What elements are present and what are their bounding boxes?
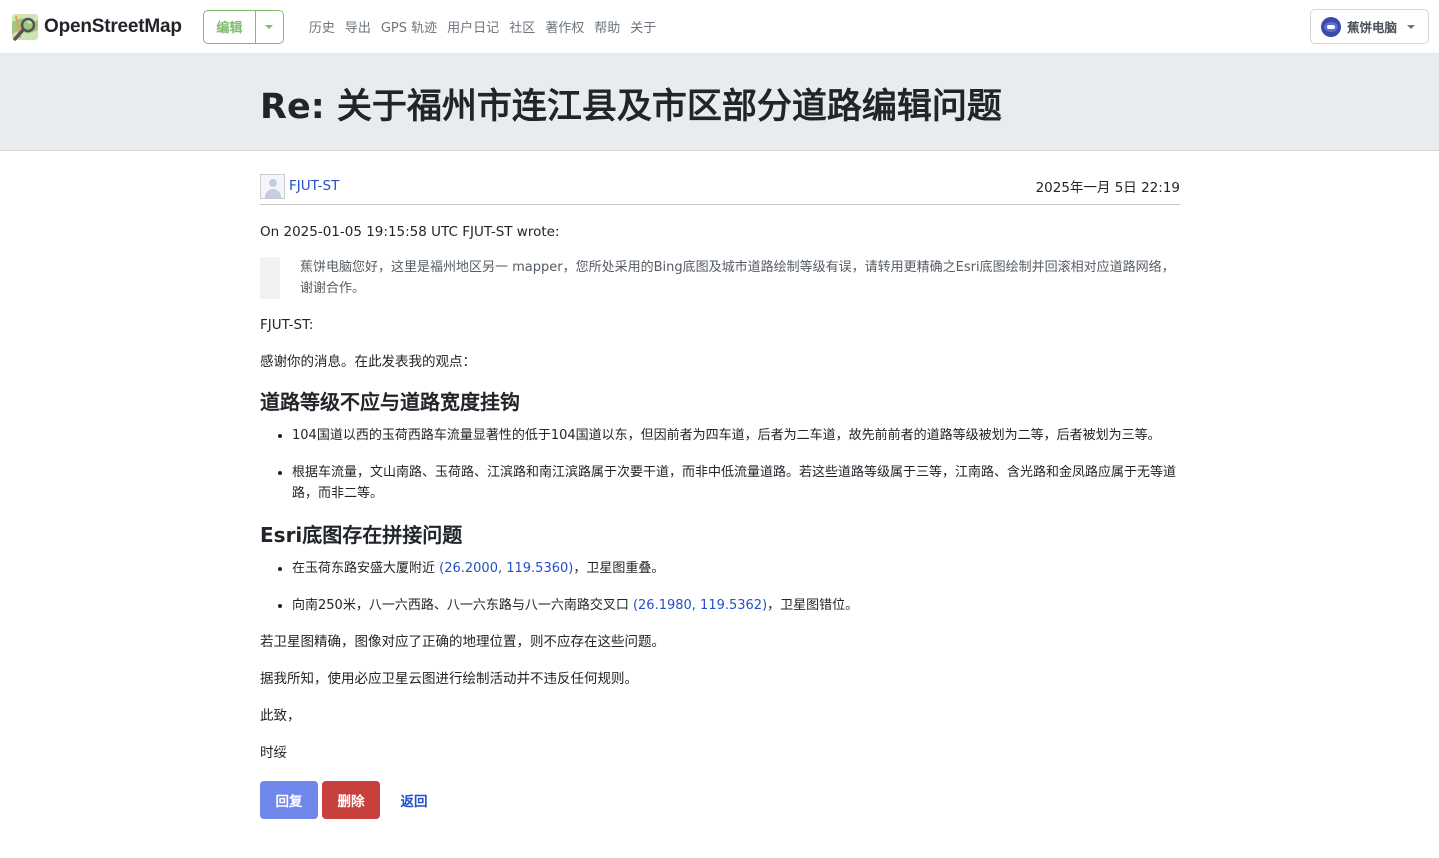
message-date: 2025年一月 5日 22:19 [1035, 180, 1180, 196]
page-title: Re: 关于福州市连江县及市区部分道路编辑问题 [260, 87, 1002, 127]
delete-button[interactable]: 删除 [322, 781, 380, 819]
author-link[interactable]: FJUT-ST [289, 178, 339, 194]
signature-author: FJUT-ST: [260, 317, 314, 333]
edit-button-group: 编辑 [202, 9, 284, 44]
list-item: 在玉荷东路安盛大厦附近 (26.2000, 119.5360)，卫星图重叠。 [292, 558, 1180, 579]
blockquote-text: 蕉饼电脑您好，这里是福州地区另一 mapper，您所处采用的Bing底图及城市道… [300, 260, 1175, 296]
list-item-text: ，卫星图重叠。 [573, 561, 665, 576]
list-item: 根据车流量，文山南路、玉荷路、江滨路和南江滨路属于次要干道，而非中低流量道路。若… [292, 462, 1180, 504]
edit-button[interactable]: 编辑 [204, 10, 256, 43]
closing: 此致， [260, 708, 301, 724]
osm-logo-icon [12, 13, 38, 41]
section-heading-1: 道路等级不应与道路宽度挂钩 [260, 390, 520, 414]
list-item: 104国道以西的玉荷西路车流量显著性的低于104国道以东，但因前者为四车道，后者… [292, 425, 1180, 446]
intro-paragraph: 感谢你的消息。在此发表我的观点： [260, 354, 476, 370]
message-content: FJUT-ST 2025年一月 5日 22:19 On 2025-01-05 1… [260, 172, 1180, 819]
message-actions: 回复 删除 返回 [260, 781, 1180, 819]
title-band: Re: 关于福州市连江县及市区部分道路编辑问题 [0, 54, 1439, 151]
nav-gps-traces[interactable]: GPS 轨迹 [381, 17, 444, 36]
top-navbar: OpenStreetMap 编辑 历史 导出 GPS 轨迹 用户日记 社区 著作… [0, 0, 1439, 54]
nav-community[interactable]: 社区 [509, 17, 542, 36]
nav-export[interactable]: 导出 [345, 17, 378, 36]
paragraph: 据我所知，使用必应卫星云图进行绘制活动并不违反任何规则。 [260, 671, 638, 687]
paragraph: 若卫星图精确，图像对应了正确的地理位置，则不应存在这些问题。 [260, 634, 665, 650]
message-body: On 2025-01-05 19:15:58 UTC FJUT-ST wrote… [260, 222, 1180, 764]
list-item-text: 在玉荷东路安盛大厦附近 [292, 561, 440, 576]
avatar [1321, 16, 1341, 37]
back-link[interactable]: 返回 [384, 781, 444, 819]
list-item-text: 向南250米，八一六西路、八一六东路与八一六南路交叉口 [292, 598, 633, 613]
blockquote-bar [260, 257, 280, 299]
quote-header: On 2025-01-05 19:15:58 UTC FJUT-ST wrote… [260, 224, 560, 240]
nav-help[interactable]: 帮助 [594, 17, 627, 36]
edit-dropdown-toggle[interactable] [256, 11, 283, 43]
coordinate-link[interactable]: (26.2000, 119.5360) [439, 561, 573, 576]
coordinate-link[interactable]: (26.1980, 119.5362) [633, 598, 767, 613]
brand-name: OpenStreetMap [44, 15, 182, 37]
list-item-text: ，卫星图错位。 [767, 598, 859, 613]
avatar[interactable] [260, 173, 285, 199]
chevron-down-icon [1407, 24, 1416, 29]
list-item: 向南250米，八一六西路、八一六东路与八一六南路交叉口 (26.1980, 11… [292, 595, 1180, 616]
brand-link[interactable]: OpenStreetMap [10, 12, 182, 42]
nav-user-diaries[interactable]: 用户日记 [447, 17, 506, 36]
chevron-down-icon [265, 24, 274, 29]
nav-history[interactable]: 历史 [309, 17, 342, 36]
main-nav: 历史 导出 GPS 轨迹 用户日记 社区 著作权 帮助 关于 [309, 17, 666, 36]
blockquote: 蕉饼电脑您好，这里是福州地区另一 mapper，您所处采用的Bing底图及城市道… [260, 257, 1180, 299]
user-name: 蕉饼电脑 [1347, 20, 1398, 35]
nav-about[interactable]: 关于 [630, 17, 663, 36]
nav-copyright[interactable]: 著作权 [545, 17, 591, 36]
message-meta: FJUT-ST 2025年一月 5日 22:19 [260, 172, 1180, 205]
signoff: 时绥 [260, 745, 287, 761]
section-1-list: 104国道以西的玉荷西路车流量显著性的低于104国道以东，但因前者为四车道，后者… [260, 425, 1180, 504]
user-menu-button[interactable]: 蕉饼电脑 [1310, 9, 1429, 44]
section-heading-2: Esri底图存在拼接问题 [260, 523, 463, 547]
reply-button[interactable]: 回复 [260, 781, 318, 819]
section-2-list: 在玉荷东路安盛大厦附近 (26.2000, 119.5360)，卫星图重叠。 向… [260, 558, 1180, 616]
